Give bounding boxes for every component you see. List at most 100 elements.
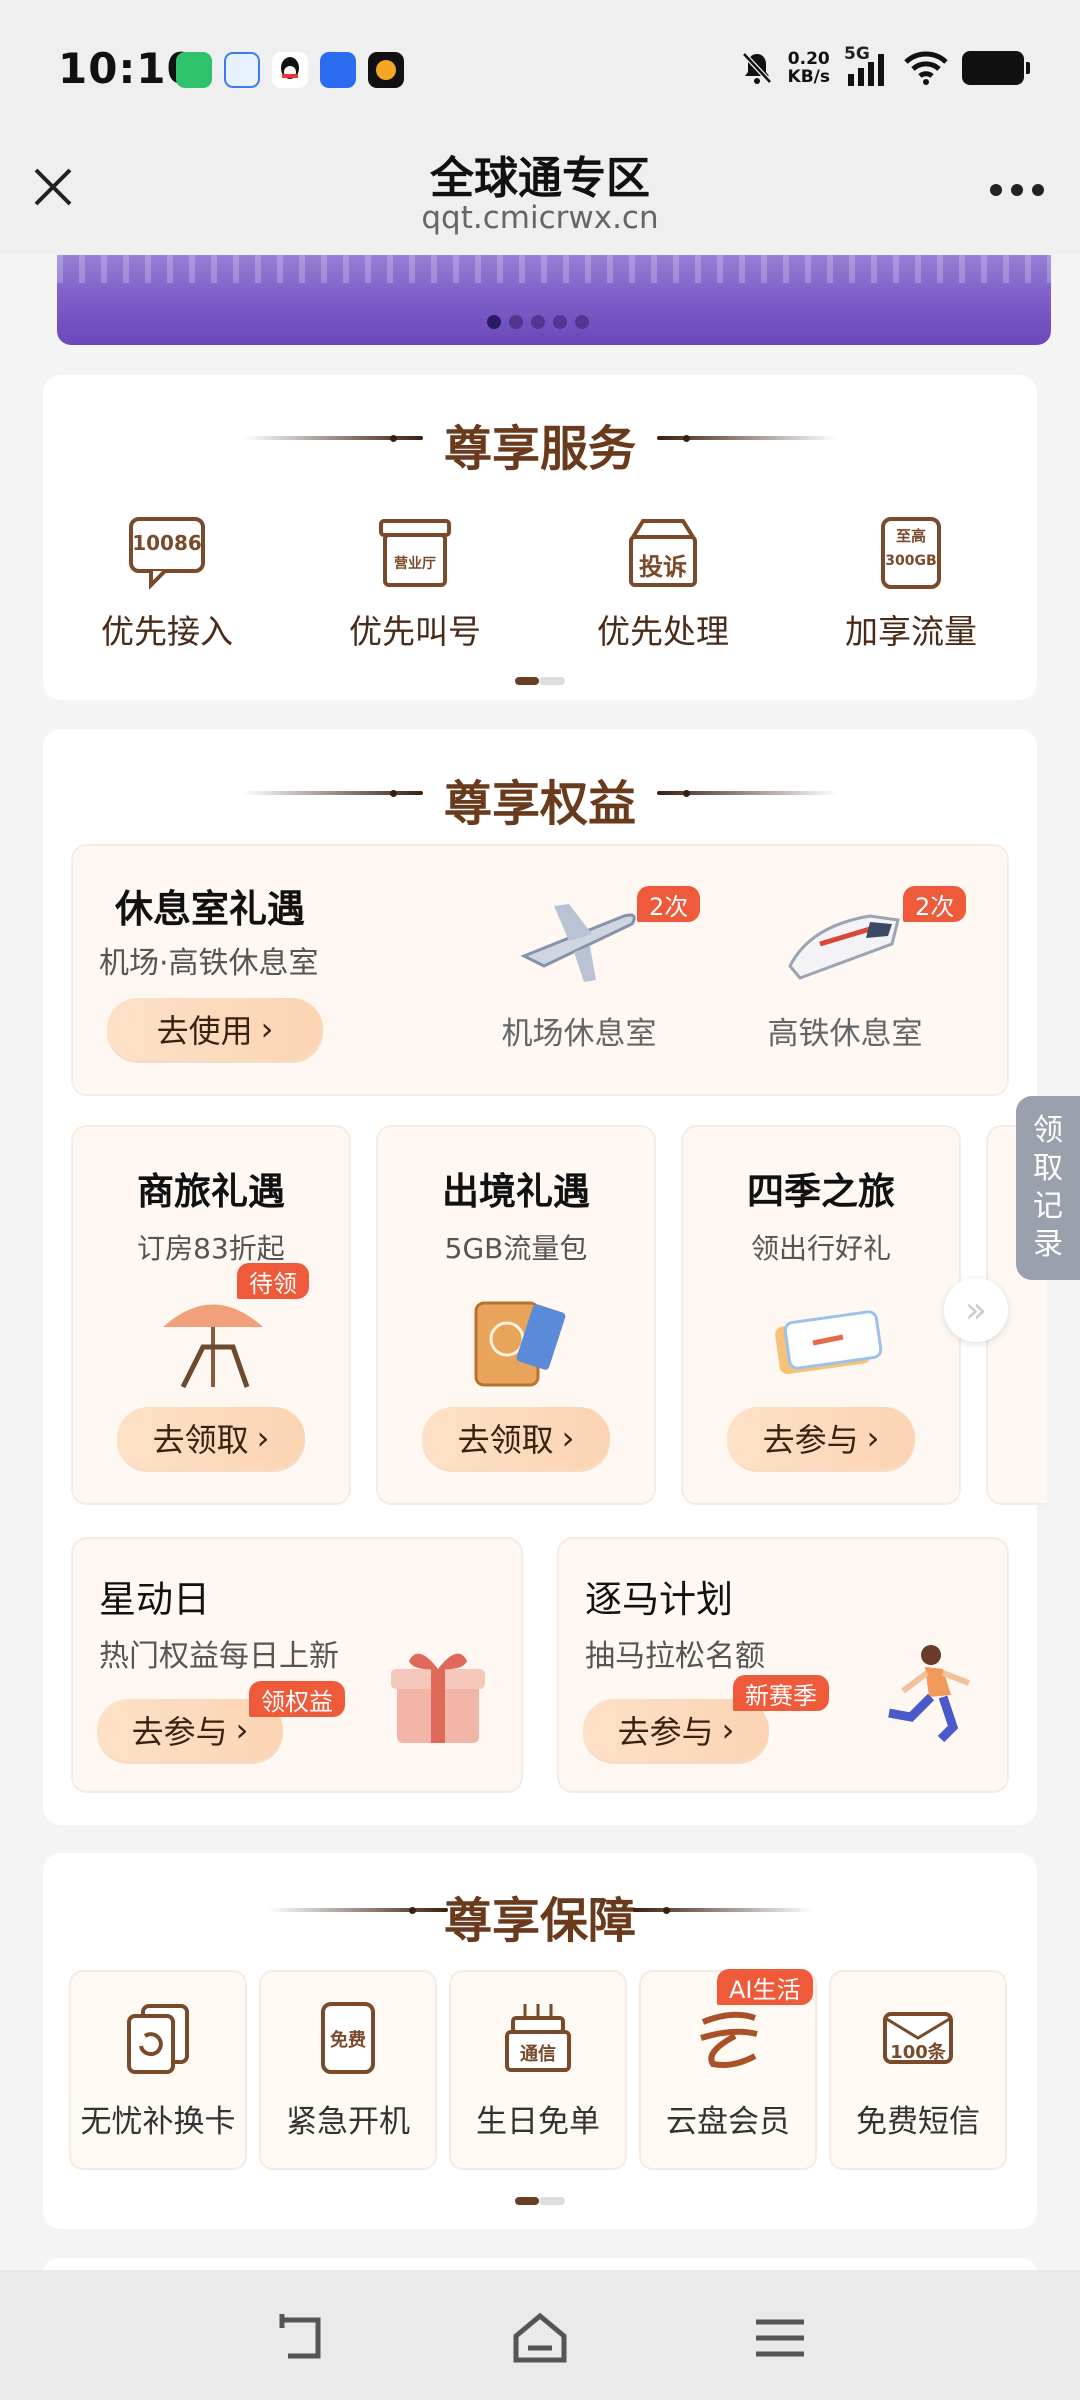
lounge-benefit[interactable]: 休息室礼遇 机场·高铁休息室 去使用 › 机场休息室 2次 高铁休息室 2次 <box>71 844 1009 1096</box>
ticket-icon <box>775 1310 883 1375</box>
count-badge: 2次 <box>637 886 701 922</box>
join-button[interactable]: 去参与 › <box>727 1407 915 1469</box>
birthday-free-item[interactable]: 通信 生日免单 <box>449 1970 627 2170</box>
guarantee-label: 云盘会员 <box>666 2104 790 2140</box>
icon-text: 300GB <box>885 553 937 569</box>
button-label: 去参与 <box>617 1713 714 1751</box>
side-tab-label: 领取记录 <box>1033 1113 1063 1262</box>
beach-chair-icon <box>163 1304 263 1389</box>
system-nav-bar <box>0 2270 1080 2400</box>
icon-text: 投诉 <box>639 553 687 581</box>
status-bar: 10:10 0.20 KB/s 5G <box>0 0 1080 140</box>
tile-subtitle: 抽马拉松名额 <box>585 1639 765 1674</box>
pager-dot <box>531 315 545 329</box>
button-label: 去领取 <box>457 1421 554 1459</box>
button-label: 去使用 <box>156 1012 253 1050</box>
tile-title: 四季之旅 <box>747 1170 895 1213</box>
free-sms-item[interactable]: 100条 免费短信 <box>829 1970 1007 2170</box>
home-nav-icon[interactable] <box>510 2310 570 2366</box>
tile-title: 商旅礼遇 <box>137 1170 285 1213</box>
gift-box-icon <box>391 1653 485 1743</box>
lounge-item-label: 机场休息室 <box>501 1016 657 1052</box>
claim-button[interactable]: 去领取 › <box>117 1407 305 1469</box>
battery-icon <box>962 51 1030 85</box>
services-pager <box>515 677 565 685</box>
benefits-card: 尊享权益 休息室礼遇 机场·高铁休息室 去使用 › 机场休息室 2次 高铁休息室 … <box>43 729 1046 1825</box>
claim-records-tab[interactable]: 领取记录 <box>1016 1096 1080 1280</box>
icon-text: 100条 <box>890 2042 946 2063</box>
guarantee-label: 免费短信 <box>856 2104 980 2140</box>
four-seasons-tile[interactable]: 四季之旅 领出行好礼 去参与 › <box>681 1125 961 1505</box>
icon-text: 至高 <box>895 527 926 545</box>
icon-text: 通信 <box>520 2044 556 2065</box>
complaint-box-icon: 投诉 <box>623 515 703 591</box>
envelope-icon: 100条 <box>883 2002 953 2074</box>
chevron-right-icon: › <box>721 1711 735 1749</box>
cloud-drive-icon <box>693 2002 763 2074</box>
claim-button[interactable]: 去领取 › <box>422 1407 610 1469</box>
signal-icon <box>848 54 884 86</box>
pager-dot <box>575 315 589 329</box>
count-badge: 2次 <box>903 886 967 922</box>
tile-title: 出境礼遇 <box>442 1170 590 1213</box>
service-extra-data[interactable]: 至高 300GB 加享流量 <box>787 515 1035 653</box>
more-menu-icon[interactable] <box>990 184 1044 198</box>
service-label: 优先叫号 <box>349 612 481 651</box>
store-icon: 营业厅 <box>375 515 455 591</box>
claim-badge: 领权益 <box>249 1681 345 1717</box>
icon-text: 10086 <box>132 531 202 555</box>
season-badge: 新赛季 <box>733 1675 829 1711</box>
marathon-plan-tile[interactable]: 逐马计划 抽马拉松名额 去参与 › 新赛季 <box>557 1537 1009 1793</box>
tile-subtitle: 5GB流量包 <box>444 1232 588 1265</box>
tile-subtitle: 热门权益每日上新 <box>99 1639 339 1674</box>
page-title: 全球通专区 <box>430 153 650 204</box>
tile-subtitle: 订房83折起 <box>137 1232 285 1265</box>
chevron-right-icon: › <box>256 1419 270 1457</box>
icon-text: 免费 <box>330 2030 366 2051</box>
emergency-unlock-item[interactable]: 免费 紧急开机 <box>259 1970 437 2170</box>
chat-icon <box>224 52 260 88</box>
guarantees-pager <box>515 2197 565 2205</box>
pager-dot <box>487 315 501 329</box>
guarantee-label: 紧急开机 <box>286 2104 410 2140</box>
service-label: 优先处理 <box>597 612 729 651</box>
icon-text: 营业厅 <box>394 556 436 572</box>
pager-dot <box>553 315 567 329</box>
use-button[interactable]: 去使用 › <box>107 998 323 1060</box>
button-label: 去参与 <box>762 1421 859 1459</box>
back-nav-icon[interactable] <box>270 2310 330 2366</box>
scroll-right-icon[interactable]: » <box>944 1278 1008 1342</box>
chat-bubble-10086-icon: 10086 <box>127 515 207 591</box>
outbound-travel-tile[interactable]: 出境礼遇 5GB流量包 去领取 › <box>376 1125 656 1505</box>
mute-bell-icon <box>741 52 772 84</box>
chevron-right-icon: › <box>561 1419 575 1457</box>
signal-indicator: 5G <box>844 44 890 88</box>
status-icons: 0.20 KB/s 5G <box>740 44 1030 88</box>
service-priority-access[interactable]: 10086 优先接入 <box>43 515 291 653</box>
services-card: 尊享服务 10086 优先接入 营业厅 优先叫号 投诉 优先处理 至高 300G… <box>43 375 1037 700</box>
button-label: 去参与 <box>131 1713 228 1751</box>
pager-dot <box>509 315 523 329</box>
browser-header: 全球通专区 qqt.cmicrwx.cn <box>0 140 1080 255</box>
banner-art <box>57 255 1051 283</box>
title-divider <box>633 1908 813 1912</box>
service-priority-queue[interactable]: 营业厅 优先叫号 <box>291 515 539 653</box>
ai-life-badge: AI生活 <box>717 1969 813 2005</box>
wechat-icon <box>176 52 212 88</box>
title-divider <box>657 791 837 795</box>
guarantees-card: 尊享保障 无忧补换卡 免费 紧急开机 通信 生日免单 云盘会员 AI生活 100… <box>43 1853 1037 2229</box>
runner-icon <box>888 1645 971 1743</box>
lounge-item-label: 高铁休息室 <box>767 1016 923 1052</box>
card-replacement-item[interactable]: 无忧补换卡 <box>69 1970 247 2170</box>
promo-banner[interactable] <box>57 255 1051 345</box>
speed-unit: KB/s <box>787 67 830 87</box>
passport-icon <box>474 1301 566 1387</box>
guarantee-label: 无忧补换卡 <box>80 2104 236 2140</box>
menu-nav-icon[interactable] <box>750 2310 810 2366</box>
star-day-tile[interactable]: 星动日 热门权益每日上新 去参与 › 领权益 <box>71 1537 523 1793</box>
sim-swap-icon <box>123 2002 193 2074</box>
section-title: 尊享保障 <box>443 1893 636 1949</box>
business-travel-tile[interactable]: 商旅礼遇 订房83折起 待领 去领取 › <box>71 1125 351 1505</box>
title-divider <box>657 436 837 440</box>
service-priority-handling[interactable]: 投诉 优先处理 <box>539 515 787 653</box>
